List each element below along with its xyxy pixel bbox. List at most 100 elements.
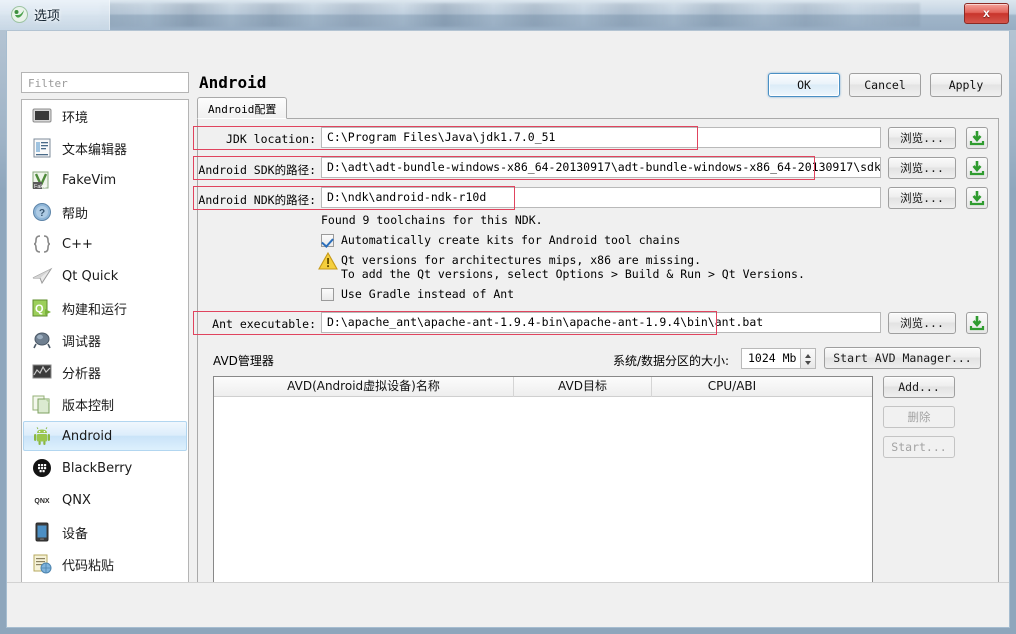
svg-text:QNX: QNX (34, 498, 50, 505)
options-window: 选项 x Filter 环境 文本编辑器 Fake FakeVim ? 帮助 C… (0, 0, 1016, 634)
cancel-button[interactable]: Cancel (849, 73, 921, 97)
apply-button[interactable]: Apply (930, 73, 1002, 97)
ant-executable-input[interactable]: D:\apache_ant\apache-ant-1.9.4-bin\apach… (321, 312, 881, 333)
sidebar-item-android[interactable]: Android (23, 421, 187, 451)
auto-create-kits-label: Automatically create kits for Android to… (341, 233, 681, 247)
warning-line-2: To add the Qt versions, select Options >… (341, 267, 805, 281)
svg-text:?: ? (39, 208, 45, 219)
jdk-location-input[interactable]: C:\Program Files\Java\jdk1.7.0_51 (321, 127, 881, 148)
avd-delete-button: 删除 (883, 406, 955, 428)
jdk-download-icon[interactable] (966, 127, 988, 149)
android-ndk-download-icon[interactable] (966, 187, 988, 209)
sidebar-item-version-control[interactable]: 版本控制 (23, 388, 187, 420)
sidebar-item-label: 调试器 (62, 334, 102, 350)
cpp-icon (31, 233, 53, 255)
svg-text:Q: Q (35, 303, 44, 315)
partition-size-input[interactable]: 1024 Mb (741, 348, 801, 369)
sidebar-item-fakevim[interactable]: Fake FakeVim (23, 164, 187, 196)
build-run-icon: Q (31, 297, 53, 319)
sidebar-item-blackberry[interactable]: BlackBerry (23, 452, 187, 484)
android-sdk-download-icon[interactable] (966, 157, 988, 179)
dialog-content: Filter 环境 文本编辑器 Fake FakeVim ? 帮助 C++ Qt… (7, 31, 1009, 610)
help-icon: ? (31, 201, 53, 223)
avd-add-button[interactable]: Add... (883, 376, 955, 398)
sidebar-item-help[interactable]: ? 帮助 (23, 196, 187, 228)
warning-line-1: Qt versions for architectures mips, x86 … (341, 253, 702, 267)
fakevim-icon: Fake (31, 169, 53, 191)
version-control-icon (31, 393, 53, 415)
toolchain-info-text: Found 9 toolchains for this NDK. (321, 213, 543, 227)
code-paste-icon (31, 553, 53, 575)
ant-download-icon[interactable] (966, 312, 988, 334)
auto-create-kits-row[interactable]: Automatically create kits for Android to… (321, 233, 680, 247)
android-ndk-browse-button[interactable]: 浏览... (888, 187, 956, 209)
sidebar-item-label: 代码粘贴 (62, 558, 115, 574)
avd-column-target[interactable]: AVD目标 (514, 377, 652, 397)
environment-icon (31, 105, 53, 127)
android-sdk-path-label: Android SDK的路径: (198, 163, 316, 177)
sidebar-item-label: 环境 (62, 110, 89, 126)
sidebar-item-analyzer[interactable]: 分析器 (23, 356, 187, 388)
sidebar-item-device[interactable]: 设备 (23, 516, 187, 548)
android-ndk-path-input[interactable]: D:\ndk\android-ndk-r10d (321, 187, 881, 208)
use-gradle-row[interactable]: Use Gradle instead of Ant (321, 287, 514, 301)
sidebar-item-label: BlackBerry (62, 460, 133, 476)
tab-android-configuration[interactable]: Android配置 (197, 97, 288, 119)
auto-create-kits-checkbox[interactable] (321, 233, 334, 247)
sidebar-item-code-paste[interactable]: 代码粘贴 (23, 548, 187, 580)
start-avd-manager-button[interactable]: Start AVD Manager... (824, 347, 981, 369)
avd-table-header: AVD(Android虚拟设备)名称 AVD目标 CPU/ABI (214, 377, 872, 397)
sidebar-item-label: 帮助 (62, 206, 89, 222)
avd-start-button: Start... (883, 436, 955, 458)
sidebar-item-label: C++ (62, 236, 93, 252)
partition-size-stepper[interactable] (800, 348, 816, 369)
sidebar-item-environment[interactable]: 环境 (23, 100, 187, 132)
sidebar-item-label: 设备 (62, 526, 89, 542)
avd-column-cpu-abi[interactable]: CPU/ABI (652, 377, 812, 397)
blurred-background-app (100, 3, 920, 27)
ant-browse-button[interactable]: 浏览... (888, 312, 956, 334)
sidebar-item-label: 分析器 (62, 366, 102, 382)
avd-table[interactable]: AVD(Android虚拟设备)名称 AVD目标 CPU/ABI (213, 376, 873, 589)
sidebar-item-qnx[interactable]: QNX QNX (23, 484, 187, 516)
tab-bar: Android配置 (197, 97, 999, 119)
android-ndk-path-label: Android NDK的路径: (198, 193, 316, 207)
sidebar-item-cpp[interactable]: C++ (23, 228, 187, 260)
android-sdk-browse-button[interactable]: 浏览... (888, 157, 956, 179)
dialog-footer (7, 582, 1009, 627)
sidebar-item-label: Android (62, 428, 113, 444)
qt-creator-icon (11, 6, 28, 23)
android-sdk-path-input[interactable]: D:\adt\adt-bundle-windows-x86_64-2013091… (321, 157, 881, 178)
partition-size-label: 系统/数据分区的大小: (613, 354, 730, 368)
sidebar-item-label: 版本控制 (62, 398, 115, 414)
avd-column-name[interactable]: AVD(Android虚拟设备)名称 (214, 377, 514, 397)
ant-executable-label: Ant executable: (212, 317, 316, 331)
analyzer-icon (31, 361, 53, 383)
sidebar-item-label: 文本编辑器 (62, 142, 128, 158)
jdk-location-label: JDK location: (225, 132, 316, 146)
page-title: Android (199, 73, 267, 92)
sidebar-item-label: QNX (62, 492, 91, 508)
qnx-icon: QNX (31, 489, 53, 511)
sidebar-item-qt-quick[interactable]: Qt Quick (23, 260, 187, 292)
sidebar-item-text-editor[interactable]: 文本编辑器 (23, 132, 187, 164)
options-category-list[interactable]: 环境 文本编辑器 Fake FakeVim ? 帮助 C++ Qt Quick … (21, 99, 189, 610)
ok-button[interactable]: OK (768, 73, 840, 97)
filter-input[interactable]: Filter (21, 72, 189, 93)
device-icon (31, 521, 53, 543)
android-configuration-panel: JDK location: C:\Program Files\Java\jdk1… (197, 119, 999, 609)
close-button[interactable]: x (964, 3, 1009, 24)
use-gradle-checkbox[interactable] (321, 287, 334, 301)
svg-text:Fake: Fake (34, 184, 46, 190)
sidebar-item-label: 构建和运行 (62, 302, 128, 318)
jdk-browse-button[interactable]: 浏览... (888, 127, 956, 149)
avd-manager-label: AVD管理器 (213, 354, 274, 368)
title-bar: 选项 x (0, 0, 1016, 30)
debugger-icon (31, 329, 53, 351)
close-icon: x (983, 6, 990, 20)
sidebar-item-build-run[interactable]: Q 构建和运行 (23, 292, 187, 324)
android-icon (31, 425, 53, 447)
blackberry-icon (31, 457, 53, 479)
sidebar-item-label: FakeVim (62, 172, 117, 188)
sidebar-item-debugger[interactable]: 调试器 (23, 324, 187, 356)
